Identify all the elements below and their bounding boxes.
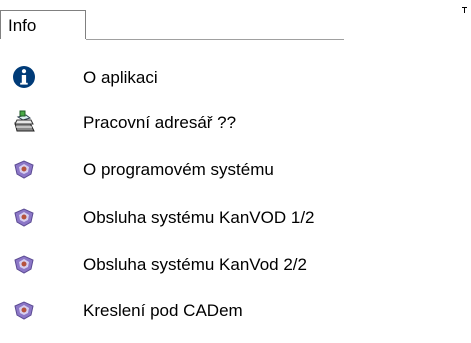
info-menu-screen: Info O aplikaci Pracovní adresář ?? O pr… xyxy=(0,0,471,343)
menu-item-o-programovem-systemu[interactable]: O programovém systému xyxy=(0,148,344,192)
menu-item-label: Obsluha systému KanVod 2/2 xyxy=(83,255,307,274)
menu-item-obsluha-kanvod-2-2[interactable]: Obsluha systému KanVod 2/2 xyxy=(0,243,344,287)
menu-item-label: Pracovní adresář ?? xyxy=(83,113,237,132)
system-gem-icon xyxy=(11,252,37,276)
menu-item-label: Obsluha systému KanVOD 1/2 xyxy=(83,208,315,227)
menu-item-label: O aplikaci xyxy=(83,68,158,87)
menu-item-o-aplikaci[interactable]: O aplikaci xyxy=(0,56,344,100)
system-gem-icon xyxy=(11,157,37,181)
info-menu-title[interactable]: Info xyxy=(0,10,86,39)
window-edge-mark xyxy=(462,7,467,13)
info-circle-icon xyxy=(11,65,37,89)
info-dropdown-menu: O aplikaci Pracovní adresář ?? O program… xyxy=(0,40,344,343)
menu-item-kresleni-pod-cadem[interactable]: Kreslení pod CADem xyxy=(0,289,344,333)
menu-item-label: Kreslení pod CADem xyxy=(83,301,243,320)
printer-folder-icon xyxy=(11,110,37,134)
menu-item-pracovni-adresar[interactable]: Pracovní adresář ?? xyxy=(0,101,344,145)
system-gem-icon xyxy=(11,298,37,322)
menu-item-label: O programovém systému xyxy=(83,160,274,179)
menubar: Info xyxy=(0,0,471,40)
menu-item-obsluha-kanvod-1-2[interactable]: Obsluha systému KanVOD 1/2 xyxy=(0,196,344,240)
system-gem-icon xyxy=(11,205,37,229)
